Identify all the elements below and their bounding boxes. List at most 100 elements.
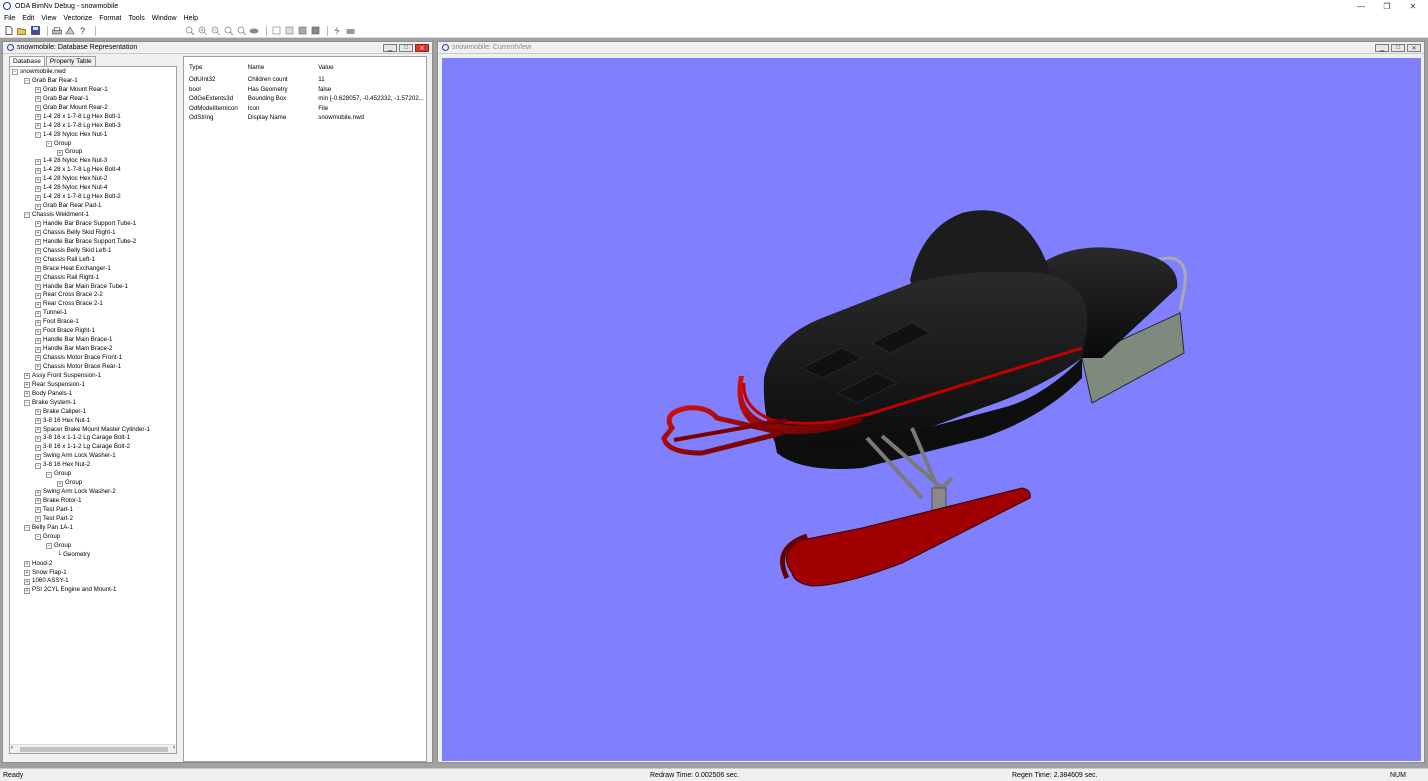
collapse-icon[interactable]: − — [35, 534, 41, 541]
tree-node[interactable]: + Chassis Rail Left-1 — [12, 256, 176, 265]
save-icon[interactable] — [30, 26, 40, 36]
expand-icon[interactable]: + — [24, 569, 30, 576]
collapse-icon[interactable]: − — [35, 132, 41, 139]
expand-icon[interactable]: + — [24, 382, 30, 389]
scroll-thumb[interactable] — [20, 747, 168, 752]
tree-node[interactable]: − Brake System-1 — [12, 399, 176, 408]
expand-icon[interactable]: + — [35, 248, 41, 255]
print-icon[interactable] — [52, 26, 62, 36]
tree-node[interactable]: +1-4 28 Nyloc Hex Nut-2 — [12, 175, 176, 184]
menu-window[interactable]: Window — [152, 15, 177, 22]
scroll-left-arrow-icon[interactable]: ‹ — [11, 745, 13, 751]
tree-node[interactable]: + Chassis Belly Skid Left-1 — [12, 247, 176, 256]
expand-icon[interactable]: + — [35, 203, 41, 210]
tree-node[interactable]: +1-4 28 x 1-7-8 Lg Hex Bolt-2 — [12, 193, 176, 202]
tree-node[interactable]: − Group — [12, 140, 176, 149]
expand-icon[interactable]: + — [35, 507, 41, 514]
expand-icon[interactable]: + — [35, 301, 41, 308]
tree-node[interactable]: + Handle Bar Brace Support Tube-2 — [12, 238, 176, 247]
tree-node[interactable]: − Grab Bar Rear-1 — [12, 77, 176, 86]
tree-node[interactable]: +1-4 28 Nyloc Hex Nut-4 — [12, 184, 176, 193]
expand-icon[interactable]: + — [35, 426, 41, 433]
restore-button[interactable]: ❐ — [1376, 0, 1398, 12]
expand-icon[interactable]: + — [35, 114, 41, 121]
db-minimize-button[interactable]: ▁ — [383, 44, 397, 52]
tree-node[interactable]: +3-8 16 x 1-1-2 Lg Carage Bolt-2 — [12, 443, 176, 452]
orbit-icon[interactable] — [249, 26, 259, 36]
tree-node[interactable]: − snowmobile.nwd — [12, 68, 176, 77]
tree-node[interactable]: −1-4 28 Nyloc Hex Nut-1 — [12, 131, 176, 140]
tree-node[interactable]: └ Geometry — [12, 551, 176, 560]
tree-node[interactable]: + Brake Rotor-1 — [12, 497, 176, 506]
tree-node[interactable]: + Hood-2 — [12, 560, 176, 569]
table-row[interactable]: OdUInt32 Children count 11 — [189, 75, 424, 85]
menu-view[interactable]: View — [41, 15, 56, 22]
menu-help[interactable]: Help — [184, 15, 198, 22]
expand-icon[interactable]: + — [35, 96, 41, 103]
tree-node[interactable]: + Brace Heat Exchanger-1 — [12, 265, 176, 274]
collapse-icon[interactable]: − — [46, 543, 52, 550]
collapse-icon[interactable]: − — [24, 525, 30, 532]
expand-icon[interactable]: + — [35, 221, 41, 228]
collapse-icon[interactable]: − — [46, 140, 52, 147]
expand-icon[interactable]: + — [35, 418, 41, 425]
tree-node[interactable]: +1-4 28 Nyloc Hex Nut-3 — [12, 157, 176, 166]
tree-node[interactable]: +1-4 28 x 1-7-8 Lg Hex Bolt-4 — [12, 166, 176, 175]
tree-node[interactable]: + Handle Bar Brace Support Tube-1 — [12, 220, 176, 229]
tree-node[interactable]: + Chassis Motor Brace Rear-1 — [12, 363, 176, 372]
tree-node[interactable]: + Body Panels-1 — [12, 390, 176, 399]
scroll-right-arrow-icon[interactable]: › — [173, 745, 175, 751]
print-preview-icon[interactable] — [65, 26, 75, 36]
tree-node[interactable]: + Grab Bar Mount Rear-2 — [12, 104, 176, 113]
minimize-button[interactable]: — — [1350, 0, 1372, 12]
expand-icon[interactable]: + — [57, 149, 63, 156]
tree-node[interactable]: − Chassis Weldment-1 — [12, 211, 176, 220]
camera-icon[interactable] — [345, 26, 355, 36]
expand-icon[interactable]: + — [35, 123, 41, 130]
tree-node[interactable]: − Group — [12, 470, 176, 479]
tree-node[interactable]: − Group — [12, 542, 176, 551]
tree-node[interactable]: + Test Part-2 — [12, 515, 176, 524]
expand-icon[interactable]: + — [24, 578, 30, 585]
tree-node[interactable]: +3-8 16 Hex Nut-1 — [12, 417, 176, 426]
tree-node[interactable]: + Rear Suspension-1 — [12, 381, 176, 390]
collapse-icon[interactable]: − — [12, 69, 18, 76]
tree-node[interactable]: + Rear Cross Brace 2-1 — [12, 300, 176, 309]
tree-node[interactable]: +3-8 16 x 1-1-2 Lg Carage Bolt-1 — [12, 434, 176, 443]
zoom-extents-icon[interactable] — [184, 26, 194, 36]
expand-icon[interactable]: + — [35, 346, 41, 353]
tree-node[interactable]: − Belly Pan 1A-1 — [12, 524, 176, 533]
collapse-icon[interactable]: − — [24, 78, 30, 85]
render-gouraud-icon[interactable] — [310, 26, 320, 36]
collapse-icon[interactable]: − — [35, 462, 41, 469]
render-wireframe-icon[interactable] — [271, 26, 281, 36]
tree-node[interactable]: + PSI 2CYL Engine and Mount-1 — [12, 586, 176, 595]
expand-icon[interactable]: + — [35, 319, 41, 326]
expand-icon[interactable]: + — [35, 275, 41, 282]
table-row[interactable]: OdString Display Name snowmobile.nwd — [189, 113, 424, 123]
menu-file[interactable]: File — [4, 15, 15, 22]
expand-icon[interactable]: + — [35, 409, 41, 416]
table-row[interactable]: bool Has Geometry false — [189, 85, 424, 95]
3d-viewport[interactable] — [442, 58, 1421, 761]
tree-node[interactable]: + Rear Cross Brace 2-2 — [12, 291, 176, 300]
expand-icon[interactable]: + — [35, 257, 41, 264]
tree-node[interactable]: + Grab Bar Mount Rear-1 — [12, 86, 176, 95]
menu-format[interactable]: Format — [99, 15, 121, 22]
expand-icon[interactable]: + — [35, 194, 41, 201]
tree-node[interactable]: + Handle Bar Main Brace-1 — [12, 336, 176, 345]
expand-icon[interactable]: + — [35, 355, 41, 362]
tree-node[interactable]: + Chassis Belly Skid Right-1 — [12, 229, 176, 238]
tree-node[interactable]: + Group — [12, 479, 176, 488]
tree-horizontal-scrollbar[interactable]: ‹ › — [10, 744, 176, 753]
expand-icon[interactable]: + — [35, 185, 41, 192]
expand-icon[interactable]: + — [35, 239, 41, 246]
lightning-icon[interactable] — [332, 26, 342, 36]
collapse-icon[interactable]: − — [46, 471, 52, 478]
tree-node[interactable]: + Foot Brace-1 — [12, 318, 176, 327]
tree-node[interactable]: + Foot Brace Right-1 — [12, 327, 176, 336]
tree-node[interactable]: + Test Part-1 — [12, 506, 176, 515]
zoom-in-icon[interactable] — [197, 26, 207, 36]
expand-icon[interactable]: + — [35, 105, 41, 112]
zoom-dynamic-icon[interactable] — [236, 26, 246, 36]
